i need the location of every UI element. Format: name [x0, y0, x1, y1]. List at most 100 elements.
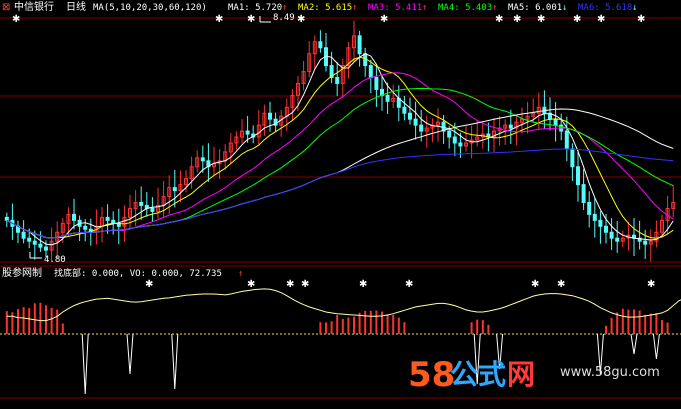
- ma3-value: MA3: 5.411: [368, 3, 422, 13]
- candle-body: [598, 219, 603, 227]
- ma4-value: MA4: 5.403: [438, 3, 492, 13]
- candle-body: [553, 118, 558, 126]
- signal-star-12: ✱: [247, 279, 255, 290]
- candle-body: [172, 187, 177, 192]
- signal-star-14: ✱: [301, 279, 309, 290]
- period-label[interactable]: 日线: [66, 0, 86, 13]
- indicator-spike-0: [81, 333, 89, 395]
- candle-body: [374, 77, 379, 90]
- candle-body: [268, 112, 272, 120]
- candle-body: [4, 216, 9, 221]
- ma5-arrow: ↓: [562, 3, 567, 13]
- candle-body: [38, 243, 43, 248]
- signal-star-8: ✱: [573, 14, 581, 25]
- candle-body: [592, 213, 597, 221]
- signal-star-4: ✱: [380, 14, 388, 25]
- signal-star-15: ✱: [359, 279, 367, 290]
- candle-body: [318, 41, 323, 49]
- candle-body: [402, 106, 407, 114]
- low-annotation: 4.80: [44, 255, 66, 265]
- candle-body: [615, 237, 620, 242]
- candle-body: [139, 201, 144, 206]
- stock-name[interactable]: 中信银行: [14, 0, 54, 13]
- candle-body: [604, 225, 608, 233]
- candle-body: [643, 240, 648, 245]
- header-bar: ⊠ 中信银行 日线 MA(5,10,20,30,60,120) MA1: 5.7…: [2, 0, 637, 13]
- candle-body: [21, 231, 26, 239]
- signal-star-18: ✱: [557, 279, 565, 290]
- candle-body: [32, 240, 37, 245]
- signal-star-11: ✱: [145, 279, 153, 290]
- signal-star-19: ✱: [647, 279, 655, 290]
- moving-average-lines: [6, 53, 674, 246]
- signal-star-1: ✱: [215, 14, 223, 25]
- candle-body: [245, 130, 250, 135]
- candle-body: [72, 213, 76, 221]
- watermark-url: www.58gu.com: [560, 365, 660, 380]
- signal-star-10: ✱: [637, 14, 645, 25]
- ma6-arrow: ↓: [632, 3, 637, 13]
- ma3-arrow: ↑: [422, 3, 427, 13]
- candle-body: [44, 246, 48, 251]
- ma2-arrow: ↑: [352, 3, 357, 13]
- indicator-bars: [5, 302, 669, 395]
- candle-body: [27, 237, 32, 242]
- candle-body: [368, 65, 373, 79]
- signal-star-7: ✱: [537, 14, 545, 25]
- watermark-wang: 网: [507, 358, 535, 391]
- ma6-value: MA6: 5.618: [578, 3, 632, 13]
- watermark-number: 58: [408, 355, 455, 395]
- candle-body: [576, 166, 580, 186]
- candle-body: [335, 77, 340, 84]
- indicator-spike-2: [171, 333, 179, 390]
- indicator-spike-1: [126, 333, 134, 375]
- candle-body: [150, 207, 155, 212]
- indicator-spike-6: [630, 333, 638, 355]
- candle-body: [419, 124, 424, 132]
- indicator-spike-7: [652, 333, 660, 360]
- candle-body: [385, 94, 390, 102]
- signal-star-2: ✱: [247, 14, 255, 25]
- signal-star-3: ✱: [297, 14, 305, 25]
- signal-star-13: ✱: [286, 279, 294, 290]
- candle-body: [609, 231, 614, 239]
- candle-body: [587, 201, 592, 215]
- candle-body: [200, 157, 205, 162]
- signal-star-5: ✱: [495, 14, 503, 25]
- candle-body: [452, 136, 457, 144]
- indicator-line-group: [6, 288, 681, 322]
- ma-values: MA1: 5.720 ↑ MA2: 5.615 ↑ MA3: 5.411 ↑ MA4: 5.…: [228, 3, 637, 13]
- signal-star-6: ✱: [513, 14, 521, 25]
- ma5-value: MA5: 6.001: [508, 3, 562, 13]
- candle-body: [564, 130, 569, 150]
- candle-body: [508, 124, 513, 129]
- candle-body: [408, 112, 412, 120]
- signal-star-9: ✱: [597, 14, 605, 25]
- ma-params: MA(5,10,20,30,60,120): [93, 3, 207, 13]
- candle-body: [447, 130, 452, 138]
- candle-body: [83, 225, 88, 230]
- indicator-values: 找底部: 0.000, VO: 0.000, 72.735: [54, 267, 222, 279]
- candle-body: [413, 118, 418, 126]
- candle-body: [105, 216, 110, 221]
- watermark: 58 公式 网 www.58gu.com: [408, 355, 660, 395]
- signal-stars: ✱ ✱ ✱ ✱ ✱ ✱ ✱ ✱ ✱ ✱ ✱ ✱ ✱ ✱ ✱ ✱ ✱ ✱ ✱ ✱: [12, 14, 655, 290]
- high-annotation: 8.49: [273, 13, 295, 23]
- candle-body: [581, 184, 586, 203]
- signal-star-0: ✱: [12, 14, 20, 25]
- indicator-line: [6, 288, 681, 322]
- menu-icon[interactable]: ⊠: [2, 2, 10, 13]
- chart-window: ✱ ✱ ✱ ✱ ✱ ✱ ✱ ✱ ✱ ✱ ✱ ✱ ✱ ✱ ✱ ✱ ✱ ✱ ✱ ✱ ⊠ 中信银行 日线 MA(5,10,2…: [0, 0, 681, 409]
- ma2-value: MA2: 5.615: [298, 3, 352, 13]
- ma1-value: MA1: 5.720: [228, 3, 282, 13]
- indicator-arrow: ↑: [238, 269, 243, 279]
- ma4-arrow: ↑: [492, 3, 497, 13]
- candle-body: [458, 142, 463, 147]
- candle-body: [570, 148, 575, 168]
- indicator-name[interactable]: 股参网制: [2, 266, 42, 279]
- ma1-arrow: ↑: [282, 3, 287, 13]
- candle-body: [357, 35, 362, 55]
- ma2-line: [6, 56, 674, 239]
- stock-chart-svg: ✱ ✱ ✱ ✱ ✱ ✱ ✱ ✱ ✱ ✱ ✱ ✱ ✱ ✱ ✱ ✱ ✱ ✱ ✱ ✱ ⊠ 中信银行 日线 MA(5,10,2…: [0, 0, 681, 399]
- signal-star-16: ✱: [405, 279, 413, 290]
